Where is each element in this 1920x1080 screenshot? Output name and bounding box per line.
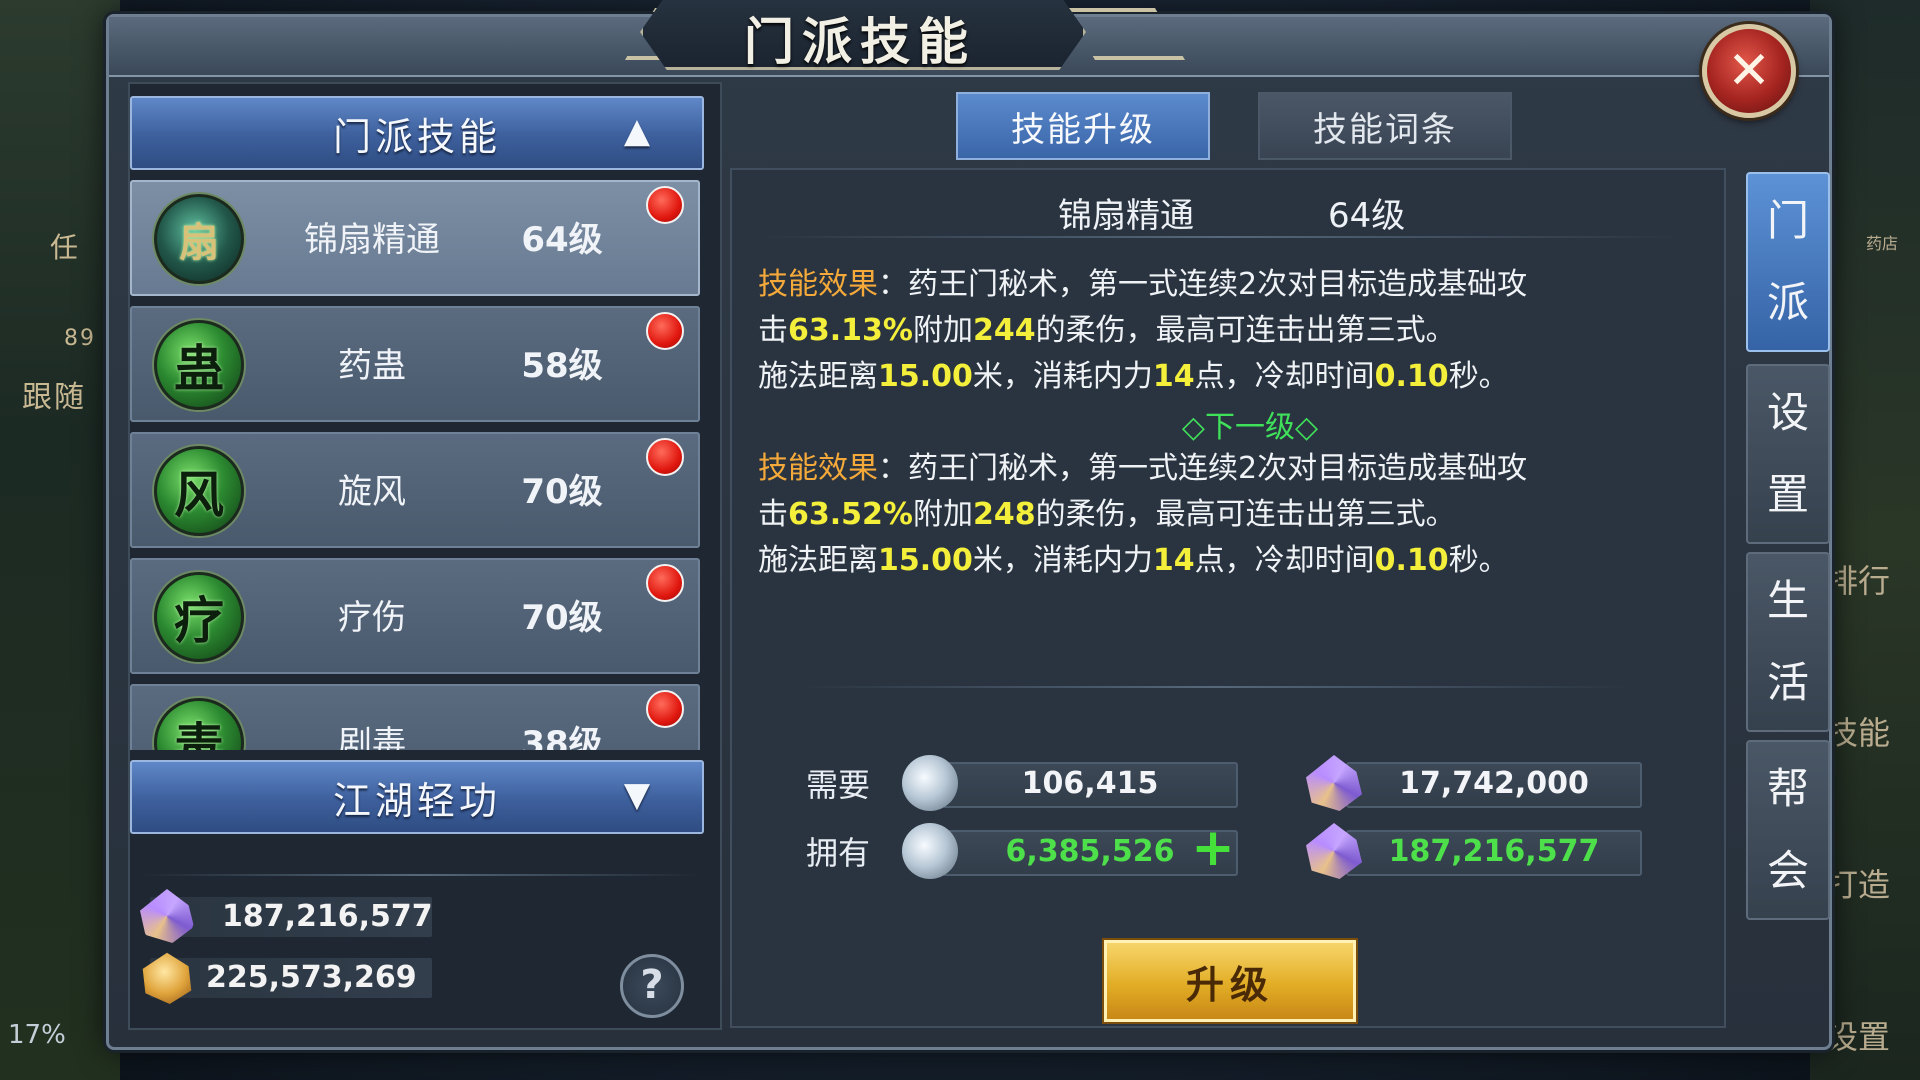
close-button[interactable]: ✕ bbox=[1702, 24, 1796, 118]
side-tab-char: 会 bbox=[1766, 846, 1809, 895]
side-tab-char: 活 bbox=[1766, 658, 1809, 707]
skill-name: 疗伤 bbox=[338, 598, 406, 638]
side-tab-char: 设 bbox=[1766, 388, 1809, 437]
skill-level: 38级 bbox=[521, 724, 603, 750]
have-crystal-value: 187,216,577 bbox=[1388, 834, 1600, 869]
tab-label: 技能升级 bbox=[1011, 109, 1155, 150]
question-icon: ? bbox=[640, 962, 664, 1008]
next-effect: 技能效果：药王门秘术，第一式连续2次对目标造成基础攻 击63.52%附加248的… bbox=[758, 446, 1678, 584]
upgrade-button[interactable]: 升级 bbox=[1104, 940, 1356, 1022]
window-title: 门派技能 bbox=[744, 13, 976, 71]
effect-line-1: 技能效果：药王门秘术，第一式连续2次对目标造成基础攻 bbox=[758, 451, 1528, 486]
skill-name: 药蛊 bbox=[338, 346, 406, 386]
plus-icon: + bbox=[1191, 818, 1235, 878]
skill-name: 剧毒 bbox=[338, 724, 406, 750]
close-icon: ✕ bbox=[1727, 41, 1771, 101]
need-crystal: 17,742,000 bbox=[1306, 755, 1642, 811]
skill-row-liaoshang[interactable]: 疗 疗伤 70级 bbox=[130, 558, 700, 674]
side-tab-life[interactable]: 生 活 bbox=[1746, 552, 1830, 732]
have-crystal: 187,216,577 bbox=[1306, 823, 1642, 879]
have-label: 拥有 bbox=[806, 834, 871, 872]
category-qinggong-label: 江湖轻功 bbox=[332, 778, 501, 823]
tab-skill-upgrade[interactable]: 技能升级 bbox=[956, 92, 1210, 160]
bg-label-skill[interactable]: 技能 bbox=[1826, 708, 1890, 754]
skill-level: 70级 bbox=[521, 598, 603, 638]
bg-label-level: 89 bbox=[64, 326, 96, 351]
notification-dot bbox=[646, 564, 684, 602]
need-silver-value: 106,415 bbox=[1021, 766, 1159, 801]
bg-label-forge[interactable]: 打造 bbox=[1826, 860, 1890, 906]
need-silver: 106,415 bbox=[902, 755, 1238, 811]
skill-row-xuanfeng[interactable]: 风 旋风 70级 bbox=[130, 432, 700, 548]
side-tab-char: 门 bbox=[1766, 196, 1809, 245]
skill-name: 锦扇精通 bbox=[304, 220, 440, 260]
bg-label-rank[interactable]: 排行 bbox=[1826, 556, 1890, 602]
divider bbox=[140, 874, 700, 876]
effect-line-3: 施法距离15.00米，消耗内力14点，冷却时间0.10秒。 bbox=[758, 359, 1509, 394]
tab-label: 技能词条 bbox=[1313, 109, 1457, 150]
side-tab-settings[interactable]: 设 置 bbox=[1746, 364, 1830, 544]
chevron-up-icon: ▲ bbox=[623, 111, 655, 151]
side-tab-char: 置 bbox=[1766, 470, 1809, 519]
category-qinggong[interactable]: 江湖轻功 ▼ bbox=[130, 760, 704, 834]
background-left bbox=[0, 0, 120, 1080]
gu-icon: 蛊 bbox=[154, 320, 244, 410]
bg-label-shop[interactable]: 药店 bbox=[1866, 230, 1898, 254]
chevron-down-icon: ▼ bbox=[623, 775, 655, 815]
skill-row-judu[interactable]: 毒 剧毒 38级 bbox=[130, 684, 700, 750]
currency-crystal: 187,216,577 bbox=[140, 889, 433, 943]
notification-dot bbox=[646, 690, 684, 728]
bg-label-follow[interactable]: 跟随 bbox=[22, 372, 86, 416]
currency-value: 225,573,269 bbox=[206, 960, 417, 995]
poison-icon: 毒 bbox=[154, 698, 244, 750]
currency-gold: 225,573,269 bbox=[142, 952, 432, 1004]
currency-value: 187,216,577 bbox=[222, 899, 433, 934]
detail-skill-level: 64级 bbox=[1328, 196, 1406, 236]
skill-row-yaogu[interactable]: 蛊 药蛊 58级 bbox=[130, 306, 700, 422]
bg-label-task[interactable]: 任 bbox=[50, 226, 80, 266]
bg-label-settings[interactable]: 设置 bbox=[1826, 1012, 1890, 1058]
help-button[interactable]: ? bbox=[620, 954, 684, 1018]
side-tab-char: 帮 bbox=[1766, 764, 1809, 813]
skill-level: 64级 bbox=[521, 220, 603, 260]
add-silver-button[interactable]: + bbox=[1190, 822, 1236, 874]
notification-dot bbox=[646, 186, 684, 224]
upgrade-button-label: 升级 bbox=[1185, 962, 1274, 1007]
need-label: 需要 bbox=[806, 766, 871, 804]
tab-skill-entries[interactable]: 技能词条 bbox=[1258, 92, 1512, 160]
next-level-label: ◇下一级◇ bbox=[1181, 410, 1319, 445]
notification-dot bbox=[646, 312, 684, 350]
side-tab-sect[interactable]: 门 派 bbox=[1746, 172, 1830, 352]
effect-line-2: 击63.13%附加244的柔伤，最高可连击出第三式。 bbox=[758, 313, 1456, 348]
effect-line-1: 技能效果：药王门秘术，第一式连续2次对目标造成基础攻 bbox=[758, 267, 1528, 302]
skill-list[interactable]: 扇 锦扇精通 64级 蛊 药蛊 58级 风 旋风 70级 疗 疗伤 70级 毒 … bbox=[130, 180, 700, 750]
divider bbox=[760, 236, 1680, 238]
skill-level: 70级 bbox=[521, 472, 603, 512]
bg-percent: 17% bbox=[8, 1020, 66, 1050]
need-crystal-value: 17,742,000 bbox=[1399, 766, 1589, 801]
effect-line-3: 施法距离15.00米，消耗内力14点，冷却时间0.10秒。 bbox=[758, 543, 1509, 578]
side-tab-char: 派 bbox=[1766, 278, 1809, 327]
fan-icon: 扇 bbox=[154, 194, 244, 284]
effect-line-2: 击63.52%附加248的柔伤，最高可连击出第三式。 bbox=[758, 497, 1456, 532]
category-sect-skills-label: 门派技能 bbox=[332, 114, 501, 159]
divider bbox=[800, 686, 1630, 688]
notification-dot bbox=[646, 438, 684, 476]
wind-icon: 风 bbox=[154, 446, 244, 536]
skill-row-jinshan[interactable]: 扇 锦扇精通 64级 bbox=[130, 180, 700, 296]
skill-level: 58级 bbox=[521, 346, 603, 386]
current-effect: 技能效果：药王门秘术，第一式连续2次对目标造成基础攻 击63.13%附加244的… bbox=[758, 262, 1678, 400]
side-tab-guild[interactable]: 帮 会 bbox=[1746, 740, 1830, 920]
side-tab-char: 生 bbox=[1766, 576, 1809, 625]
category-sect-skills[interactable]: 门派技能 ▲ bbox=[130, 96, 704, 170]
detail-skill-name: 锦扇精通 bbox=[1058, 196, 1194, 236]
skill-name: 旋风 bbox=[338, 472, 406, 512]
heal-icon: 疗 bbox=[154, 572, 244, 662]
